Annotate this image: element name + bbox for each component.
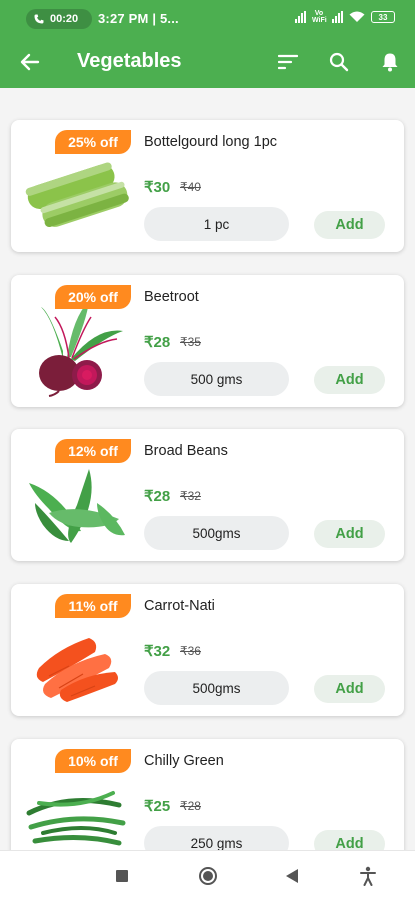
back-arrow-icon (20, 53, 40, 71)
product-name[interactable]: Broad Beans (144, 443, 228, 459)
quantity-selector[interactable]: 500gms (144, 516, 289, 550)
product-name[interactable]: Bottelgourd long 1pc (144, 134, 277, 150)
phone-icon (34, 14, 44, 24)
wifi-icon (349, 11, 365, 22)
battery-level: 33 (378, 12, 388, 22)
recents-button[interactable] (110, 864, 134, 888)
discount-badge: 10% off (55, 749, 131, 773)
status-time: 3:27 PM | 5... (98, 11, 179, 26)
discount-badge: 25% off (55, 130, 131, 154)
home-icon (199, 867, 217, 885)
product-card[interactable]: 25% off Bottelgourd long 1pc ₹30 ₹40 1 p… (11, 120, 404, 252)
quantity-selector[interactable]: 1 pc (144, 207, 289, 241)
back-icon (286, 869, 298, 883)
product-price: ₹25 (144, 798, 171, 815)
product-list[interactable]: 25% off Bottelgourd long 1pc ₹30 ₹40 1 p… (0, 88, 415, 850)
product-price: ₹30 (144, 179, 171, 196)
add-button[interactable]: Add (314, 211, 385, 239)
product-name[interactable]: Carrot-Nati (144, 598, 215, 614)
call-timer: 00:20 (50, 13, 79, 25)
product-mrp: ₹32 (180, 489, 201, 503)
signal-icon (295, 11, 306, 23)
product-price: ₹28 (144, 488, 171, 505)
product-price: ₹28 (144, 334, 171, 351)
discount-badge: 20% off (55, 285, 131, 309)
add-button[interactable]: Add (314, 830, 385, 850)
accessibility-icon (360, 866, 376, 886)
product-name[interactable]: Beetroot (144, 289, 199, 305)
add-button[interactable]: Add (314, 675, 385, 703)
product-price: ₹32 (144, 643, 171, 660)
recents-icon (116, 870, 128, 882)
product-mrp: ₹36 (180, 644, 201, 658)
discount-badge: 12% off (55, 439, 131, 463)
discount-badge: 11% off (55, 594, 131, 618)
search-button[interactable] (325, 48, 353, 76)
status-bar: 00:20 3:27 PM | 5... Vo WiFi 33 (0, 0, 415, 36)
sort-button[interactable] (274, 48, 302, 76)
product-card[interactable]: 11% off Carrot-Nati ₹32 ₹36 500gms Add (11, 584, 404, 716)
back-nav-button[interactable] (280, 864, 304, 888)
bell-icon (382, 53, 398, 72)
quantity-selector[interactable]: 250 gms (144, 826, 289, 850)
signal-icon-2 (332, 11, 343, 23)
system-nav-bar (0, 850, 415, 900)
search-icon (329, 52, 349, 72)
product-mrp: ₹28 (180, 799, 201, 813)
quantity-selector[interactable]: 500 gms (144, 362, 289, 396)
add-button[interactable]: Add (314, 520, 385, 548)
product-card[interactable]: 10% off Chilly Green ₹25 ₹28 250 gms Add (11, 739, 404, 850)
product-card[interactable]: 12% off Broad Beans ₹28 ₹32 500gms Add (11, 429, 404, 561)
sort-icon (278, 54, 298, 70)
accessibility-button[interactable] (356, 864, 380, 888)
notifications-button[interactable] (376, 48, 404, 76)
page-title: Vegetables (77, 50, 182, 72)
home-button[interactable] (196, 864, 220, 888)
quantity-selector[interactable]: 500gms (144, 671, 289, 705)
app-bar: Vegetables (0, 36, 415, 88)
battery-icon: 33 (371, 11, 395, 23)
add-button[interactable]: Add (314, 366, 385, 394)
product-name[interactable]: Chilly Green (144, 753, 224, 769)
ongoing-call-pill[interactable]: 00:20 (26, 9, 92, 29)
product-mrp: ₹35 (180, 335, 201, 349)
product-mrp: ₹40 (180, 180, 201, 194)
back-button[interactable] (16, 48, 44, 76)
product-card[interactable]: 20% off Beetroot ₹28 ₹35 500 gms Add (11, 275, 404, 407)
network-label: Vo WiFi (312, 10, 327, 24)
